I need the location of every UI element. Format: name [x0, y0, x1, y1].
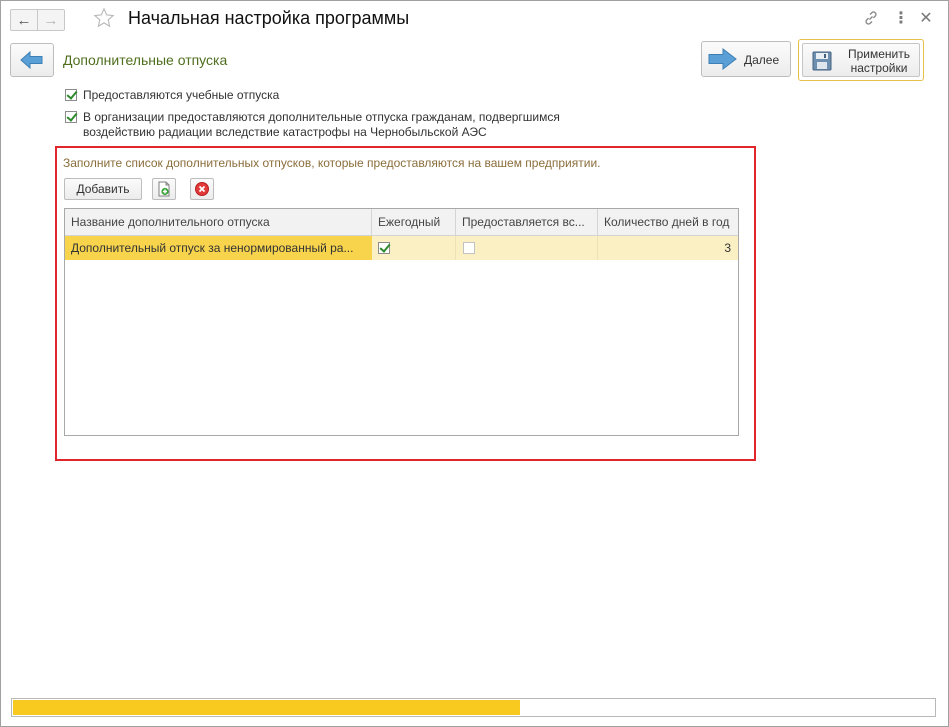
- leaves-table[interactable]: Название дополнительного отпуска Ежегодн…: [64, 208, 739, 436]
- close-icon[interactable]: ✕: [917, 9, 935, 27]
- delete-button[interactable]: [190, 178, 214, 200]
- link-icon[interactable]: [862, 9, 880, 27]
- next-button[interactable]: Далее: [701, 41, 791, 77]
- study-leave-label: Предоставляются учебные отпуска: [83, 88, 280, 102]
- save-icon: [812, 51, 832, 71]
- window-title: Начальная настройка программы: [128, 8, 410, 28]
- study-leave-option[interactable]: Предоставляются учебные отпуска: [65, 88, 279, 103]
- column-header-days[interactable]: Количество дней в год: [598, 209, 738, 235]
- provided-all-checkbox[interactable]: [463, 241, 475, 254]
- table-row[interactable]: Дополнительный отпуск за ненормированный…: [65, 236, 738, 260]
- arrow-right-icon: →: [43, 11, 59, 29]
- star-icon[interactable]: [93, 7, 115, 29]
- arrow-left-icon: ←: [16, 11, 32, 29]
- apply-label-line1: Применить: [847, 47, 910, 61]
- next-button-label: Далее: [744, 53, 780, 67]
- list-hint: Заполните список дополнительных отпусков…: [63, 156, 601, 170]
- copy-button[interactable]: [152, 178, 176, 200]
- progress-bar: [11, 698, 936, 717]
- delete-icon: [195, 182, 209, 196]
- progress-fill: [13, 700, 520, 715]
- chernobyl-label-line1: В организации предоставляются дополнител…: [83, 110, 560, 124]
- cell-provided-all[interactable]: [456, 236, 598, 260]
- chernobyl-leave-label: В организации предоставляются дополнител…: [83, 110, 560, 140]
- forward-nav-button[interactable]: →: [37, 9, 65, 31]
- apply-settings-button[interactable]: Применить настройки: [798, 39, 924, 81]
- apply-settings-inner: Применить настройки: [802, 43, 920, 77]
- column-header-provided-all[interactable]: Предоставляется вс...: [456, 209, 598, 235]
- cell-days[interactable]: 3: [598, 236, 738, 260]
- arrow-left-icon: [20, 51, 43, 69]
- more-icon[interactable]: ⋮: [892, 9, 910, 27]
- app-window: ← → Начальная настройка программы ⋮ ✕ До…: [0, 0, 949, 727]
- title-bar: ← → Начальная настройка программы ⋮ ✕: [1, 1, 948, 35]
- apply-label-line2: настройки: [850, 61, 908, 75]
- back-nav-button[interactable]: ←: [10, 9, 38, 31]
- section-title: Дополнительные отпуска: [63, 52, 228, 68]
- arrow-right-icon: [708, 48, 737, 70]
- chernobyl-label-line2: воздействию радиации вследствие катастро…: [83, 125, 487, 139]
- back-button[interactable]: [10, 43, 54, 77]
- copy-add-icon: [158, 181, 170, 197]
- annual-checkbox[interactable]: [378, 241, 390, 254]
- chernobyl-leave-checkbox[interactable]: [65, 111, 77, 123]
- study-leave-checkbox[interactable]: [65, 89, 77, 101]
- add-button[interactable]: Добавить: [64, 178, 142, 200]
- table-header: Название дополнительного отпуска Ежегодн…: [65, 209, 738, 236]
- cell-annual[interactable]: [372, 236, 456, 260]
- column-header-annual[interactable]: Ежегодный: [372, 209, 456, 235]
- cell-leave-name[interactable]: Дополнительный отпуск за ненормированный…: [65, 236, 372, 260]
- apply-settings-label: Применить настройки: [839, 47, 919, 75]
- chernobyl-leave-option[interactable]: В организации предоставляются дополнител…: [65, 110, 560, 140]
- column-header-name[interactable]: Название дополнительного отпуска: [65, 209, 372, 235]
